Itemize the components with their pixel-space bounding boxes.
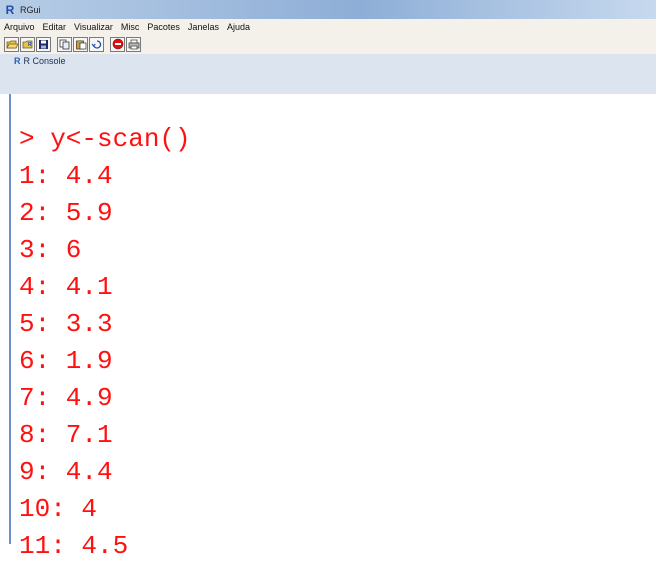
console-output-line: 11: 4.5 [19,531,129,561]
r-app-icon: R [5,2,15,17]
console-output-line: 2: 5.9 [19,198,113,228]
load-workspace-icon[interactable]: R [20,36,35,52]
menu-misc[interactable]: Misc [121,22,140,32]
console-window-header: R R Console [0,54,656,94]
menu-ajuda[interactable]: Ajuda [227,22,250,32]
title-bar: R RGui [0,0,656,19]
console-output-line: 4: 4.1 [19,272,113,302]
window-title: RGui [20,4,41,15]
copy-paste-icon[interactable] [89,36,104,52]
open-script-icon[interactable] [4,36,19,52]
svg-text:R: R [28,42,32,48]
copy-icon[interactable] [57,36,72,52]
stop-icon[interactable] [110,36,125,52]
console-title: R R Console [14,56,66,66]
menu-bar: Arquivo Editar Visualizar Misc Pacotes J… [0,19,656,34]
toolbar: R [0,34,656,54]
menu-editar[interactable]: Editar [43,22,67,32]
menu-visualizar[interactable]: Visualizar [74,22,113,32]
console-output-line: 1: 4.4 [19,161,113,191]
paste-icon[interactable] [73,36,88,52]
menu-arquivo[interactable]: Arquivo [4,22,35,32]
console-left-border [9,94,11,544]
console-prompt-line: > y<-scan() [19,124,191,154]
console-output-line: 7: 4.9 [19,383,113,413]
save-icon[interactable] [36,36,51,52]
menu-janelas[interactable]: Janelas [188,22,219,32]
console-output-line: 6: 1.9 [19,346,113,376]
console-output-line: 5: 3.3 [19,309,113,339]
print-icon[interactable] [126,36,141,52]
console-output-line: 8: 7.1 [19,420,113,450]
menu-pacotes[interactable]: Pacotes [147,22,180,32]
console-output-line: 9: 4.4 [19,457,113,487]
console-title-text: R Console [23,56,66,66]
console-output-line: 3: 6 [19,235,82,265]
console-output-line: 10: 4 [19,494,98,524]
r-console-icon: R [14,56,21,66]
